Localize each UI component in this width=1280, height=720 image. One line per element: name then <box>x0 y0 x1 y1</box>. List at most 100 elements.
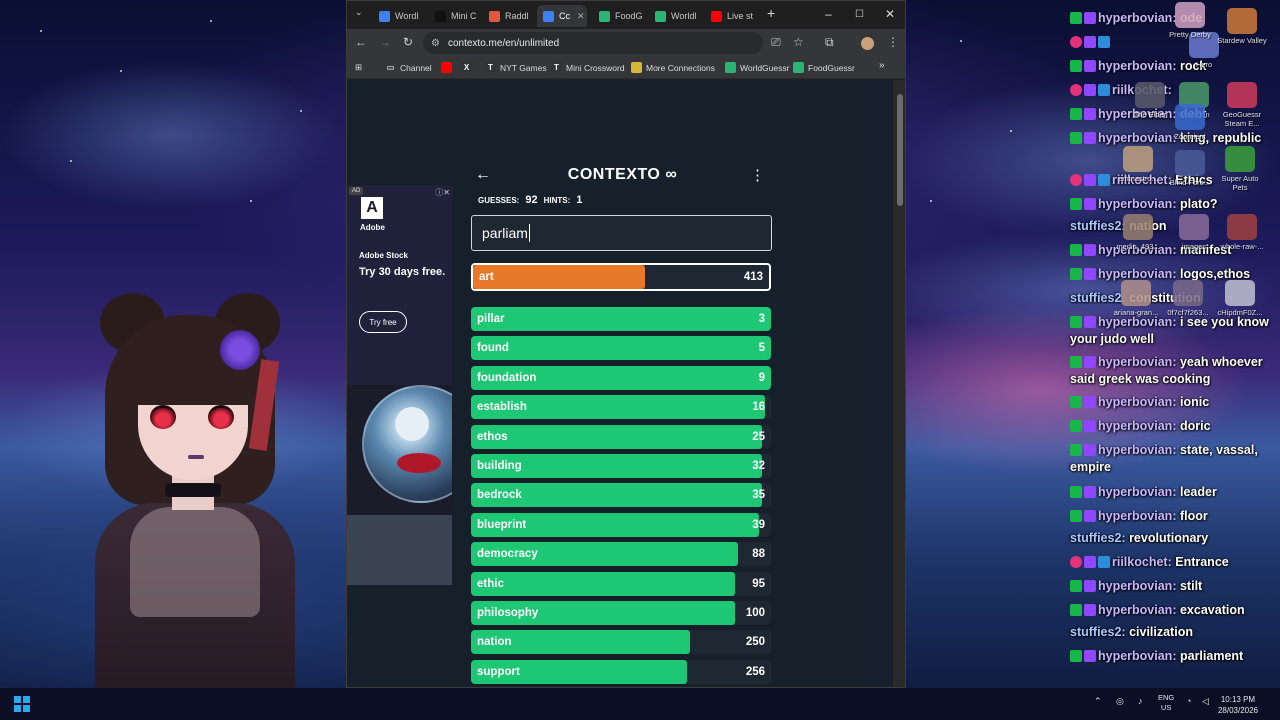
bookmarks-bar: ⊞ ▭ Channel X T NYT Games T Mini Crossword More… <box>347 57 905 79</box>
heart-badge-icon <box>1070 84 1082 96</box>
microphone-icon[interactable]: ♪ <box>1138 696 1143 706</box>
chat-username: hyperbovian: <box>1098 355 1177 369</box>
close-window-button[interactable]: ✕ <box>885 7 895 21</box>
tab-3[interactable]: Cc ✕ <box>537 5 587 27</box>
forward-icon[interactable]: → <box>379 35 391 49</box>
desktop-icon-label: Stardew Valley <box>1217 36 1267 45</box>
prime-badge-icon <box>1084 36 1096 48</box>
tab-search-icon[interactable]: ⌄ <box>355 7 363 18</box>
desktop-icon[interactable]: merlin_493... <box>1112 214 1164 251</box>
cast-icon[interactable]: ⎚ <box>771 35 781 50</box>
app-icon <box>1175 150 1205 176</box>
scrollbar-thumb[interactable] <box>897 94 903 206</box>
chat-message: hyperbovian: rock <box>1070 58 1275 75</box>
desktop-icon[interactable]: Pretty Derby <box>1164 2 1216 39</box>
prime-badge-icon <box>1084 510 1096 522</box>
system-clock[interactable]: 10:13 PM 28/03/2026 <box>1218 694 1258 716</box>
chat-username: stuffies2: <box>1070 531 1126 545</box>
apps-grid-icon[interactable]: ⊞ <box>355 62 362 73</box>
address-bar[interactable]: ⚙ contexto.me/en/unlimited <box>423 32 763 54</box>
vip-badge-icon <box>1098 174 1110 186</box>
tab-close-icon[interactable]: ✕ <box>577 11 585 22</box>
bookmark-4[interactable]: T Mini Crossword <box>551 62 625 73</box>
desktop-icon[interactable]: Stardew Valley <box>1216 8 1268 45</box>
guess-row: foundation 9 <box>471 365 771 390</box>
chat-message: hyperbovian: parliament <box>1070 648 1275 665</box>
bookmark-label: NYT Games <box>500 62 547 73</box>
app-icon <box>1175 2 1205 28</box>
bookmark-7[interactable]: FoodGuessr <box>793 62 855 73</box>
prime-badge-icon <box>1084 12 1096 24</box>
new-tab-button[interactable]: + <box>767 5 775 21</box>
guess-word: establish <box>477 401 527 414</box>
bookmark-label: FoodGuessr <box>808 62 855 73</box>
guess-row: support 256 <box>471 659 771 684</box>
guess-row: found 5 <box>471 336 771 361</box>
desktop-icon[interactable]: emmastro... <box>1112 146 1164 183</box>
profile-avatar-icon[interactable] <box>861 37 874 50</box>
minimize-button[interactable]: – <box>825 7 832 21</box>
bookmark-3[interactable]: T NYT Games <box>485 62 547 73</box>
desktop-icon[interactable]: 0f7cf7f263... <box>1162 280 1214 317</box>
desktop-icon[interactable]: Super Auto Pets <box>1214 146 1266 192</box>
tab-6[interactable]: Live st <box>705 5 757 27</box>
page-scrollbar[interactable] <box>893 80 905 687</box>
globe-icon <box>793 62 804 73</box>
bookmark-0[interactable]: ▭ Channel <box>385 62 432 73</box>
back-icon[interactable]: ← <box>355 35 367 49</box>
lang-code: ENG <box>1158 693 1175 702</box>
tab-2[interactable]: Raddl <box>483 5 533 27</box>
guess-word: building <box>477 460 522 472</box>
wifi-icon[interactable]: ◔ <box>1186 696 1191 706</box>
chat-text: excavation <box>1179 603 1245 617</box>
guess-input[interactable]: parliam <box>471 215 772 251</box>
prime-badge-icon <box>1084 174 1096 186</box>
chat-username: hyperbovian: <box>1098 267 1177 281</box>
desktop-icon[interactable]: Blind Fore... <box>1164 150 1216 187</box>
guess-rank: 95 <box>752 577 765 590</box>
bookmark-2[interactable]: X <box>461 62 476 73</box>
ad-try-free-button[interactable]: Try free <box>359 311 407 333</box>
adobe-ad[interactable]: AD ⓘ✕ A Adobe Adobe Stock Try 30 days fr… <box>347 185 452 585</box>
desktop-icon[interactable]: GeoGuessr Steam E... <box>1216 82 1268 128</box>
tab-0[interactable]: Wordl <box>373 5 425 27</box>
desktop-icon[interactable]: whole-raw-... <box>1216 214 1268 251</box>
tab-1[interactable]: Mini C <box>429 5 479 27</box>
guess-rank: 5 <box>758 342 765 355</box>
language-indicator[interactable]: ENG US <box>1158 693 1174 713</box>
adobe-logo-icon: A <box>361 197 383 219</box>
subscriber-badge-icon <box>1070 198 1082 210</box>
site-info-icon[interactable]: ⚙ <box>431 38 440 49</box>
bookmark-6[interactable]: WorldGuessr <box>725 62 789 73</box>
nyt-icon: T <box>551 62 562 73</box>
prime-badge-icon <box>1084 198 1096 210</box>
game-menu-icon[interactable]: ⋮ <box>750 166 765 184</box>
bookmark-star-icon[interactable]: ☆ <box>793 35 804 49</box>
maximize-button[interactable]: ☐ <box>855 9 864 20</box>
more-bookmarks-icon[interactable]: » <box>879 60 885 71</box>
chat-text: stilt <box>1179 579 1203 593</box>
desktop-icon[interactable]: cHipdmF0Z... <box>1214 280 1266 317</box>
reload-icon[interactable]: ↻ <box>403 35 413 49</box>
desktop-icon[interactable]: ariana-gran... <box>1110 280 1162 317</box>
browser-menu-icon[interactable]: ⋮ <box>887 35 899 49</box>
extensions-icon[interactable]: ⧉ <box>825 35 834 50</box>
page-viewport: AD ⓘ✕ A Adobe Adobe Stock Try 30 days fr… <box>347 80 893 687</box>
guess-rank: 88 <box>752 548 765 561</box>
desktop-icon[interactable]: Zoomient <box>1164 104 1216 141</box>
subscriber-badge-icon <box>1070 444 1082 456</box>
desktop-icon[interactable]: images <box>1168 214 1220 251</box>
guess-word: nation <box>477 636 512 649</box>
prime-badge-icon <box>1084 420 1096 432</box>
bookmark-1[interactable] <box>441 62 456 73</box>
prime-badge-icon <box>1084 268 1096 280</box>
ad-close-icon[interactable]: ⓘ✕ <box>435 187 450 198</box>
volume-icon[interactable]: ◁ <box>1202 696 1209 707</box>
tab-4[interactable]: FoodG <box>593 5 645 27</box>
windows-start-icon[interactable] <box>14 696 30 712</box>
tray-expand-icon[interactable]: ⌃ <box>1094 696 1102 707</box>
tray-app-icon[interactable]: ◎ <box>1116 696 1124 707</box>
subscriber-badge-icon <box>1070 60 1082 72</box>
tab-5[interactable]: Worldl <box>649 5 701 27</box>
bookmark-5[interactable]: More Connections <box>631 62 715 73</box>
